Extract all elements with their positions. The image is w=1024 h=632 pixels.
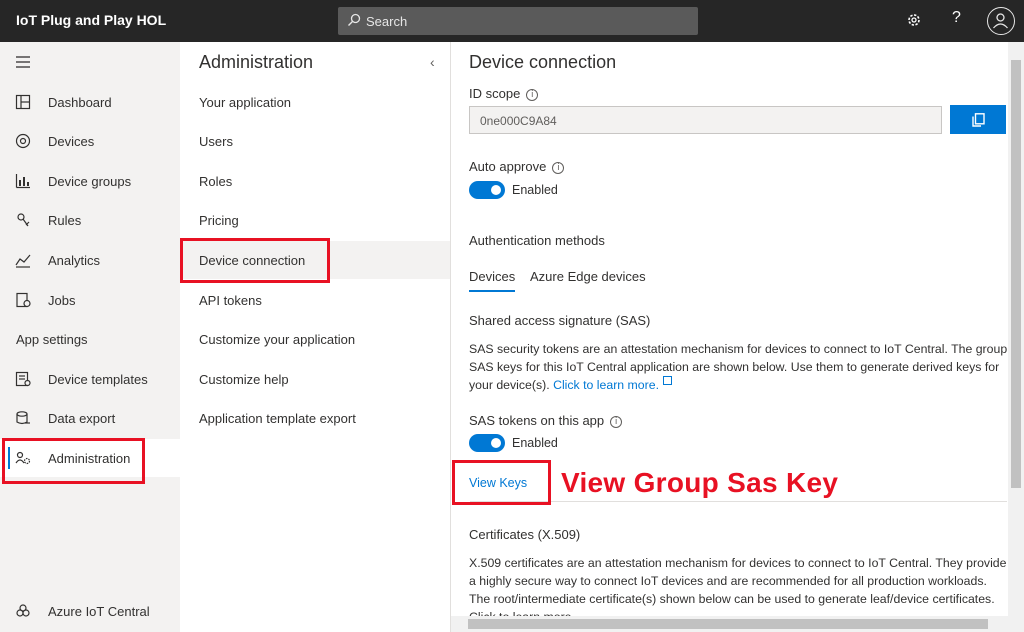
subnav-item-label: API tokens (199, 293, 262, 308)
vertical-scroll-thumb[interactable] (1011, 60, 1021, 488)
horizontal-scroll-thumb[interactable] (468, 619, 988, 629)
auto-approve-state: Enabled (512, 183, 558, 197)
nav-item-analytics[interactable]: Analytics (0, 241, 180, 279)
toggle-knob (491, 185, 501, 195)
nav-item-dashboard[interactable]: Dashboard (0, 83, 180, 121)
help-icon[interactable]: ? (952, 9, 961, 27)
nav-item-label: Device templates (48, 372, 148, 387)
sas-tokens-label-text: SAS tokens on this app (469, 413, 605, 428)
nav-item-device-templates[interactable]: Device templates (0, 360, 180, 398)
nav-item-devices[interactable]: Devices (0, 122, 180, 160)
nav-item-device-groups[interactable]: Device groups (0, 162, 180, 200)
subnav-title: Administration (199, 52, 314, 72)
dashboard-icon (15, 94, 31, 110)
subnav-item-label: Application template export (199, 411, 356, 426)
external-link-icon (663, 376, 672, 385)
subnav-item-your-application[interactable]: Your application (180, 83, 450, 121)
sas-heading: Shared access signature (SAS) (469, 313, 651, 328)
sas-description: SAS security tokens are an attestation m… (469, 340, 1009, 394)
top-bar: IoT Plug and Play HOL Search ? (0, 0, 1024, 42)
auth-methods-label: Authentication methods (469, 233, 605, 248)
nav-item-jobs[interactable]: Jobs (0, 281, 180, 319)
subnav-item-label: Your application (199, 95, 292, 110)
nav-item-data-export[interactable]: Data export (0, 399, 180, 437)
app-title: IoT Plug and Play HOL (16, 12, 167, 28)
nav-item-label: Dashboard (48, 95, 112, 110)
highlight-device-connection (180, 238, 330, 283)
sas-tokens-label: SAS tokens on this app i (469, 413, 623, 428)
subnav-item-pricing[interactable]: Pricing (180, 201, 450, 239)
gear-icon[interactable] (906, 12, 922, 28)
subnav-item-label: Customize your application (199, 332, 356, 347)
nav-item-label: Azure IoT Central (48, 604, 150, 619)
certificates-heading: Certificates (X.509) (469, 527, 581, 542)
nav-item-label: Rules (48, 213, 82, 228)
info-icon[interactable]: i (610, 416, 623, 428)
subnav-item-customize-help[interactable]: Customize help (180, 360, 450, 398)
nav-item-label: Data export (48, 411, 116, 426)
auto-approve-label: Auto approve i (469, 159, 565, 174)
nav-item-label: Device groups (48, 174, 132, 189)
id-scope-label-text: ID scope (469, 86, 521, 101)
copy-button[interactable] (950, 105, 1006, 134)
avatar[interactable] (987, 7, 1015, 35)
rules-icon (17, 213, 30, 227)
main-panel: Device connection ID scope i 0ne000C9A84 … (451, 42, 1024, 632)
subnav-item-api-tokens[interactable]: API tokens (180, 281, 450, 319)
search-box[interactable]: Search (338, 7, 698, 35)
nav-item-label: Analytics (48, 253, 101, 268)
admin-subnav: Administration ‹ Your application Users … (180, 42, 451, 632)
app-settings-heading: App settings (16, 332, 88, 347)
subnav-item-label: Users (199, 134, 233, 149)
sas-tokens-toggle[interactable] (469, 434, 505, 452)
page-title: Device connection (469, 52, 617, 72)
subnav-item-customize-application[interactable]: Customize your application (180, 320, 450, 358)
highlight-view-keys (452, 460, 551, 505)
info-icon[interactable]: i (526, 89, 539, 101)
device-templates-icon (15, 371, 31, 387)
callout-text: View Group Sas Key (561, 467, 839, 498)
id-scope-value: 0ne000C9A84 (480, 114, 557, 128)
copy-icon (972, 113, 985, 127)
subnav-item-roles[interactable]: Roles (180, 162, 450, 200)
nav-item-label: Jobs (48, 293, 76, 308)
user-icon (993, 13, 1008, 29)
data-export-icon (16, 411, 30, 425)
toggle-knob (491, 438, 501, 448)
learn-more-link[interactable]: Click to learn more. (553, 378, 659, 392)
tab-devices[interactable]: Devices (469, 269, 516, 292)
id-scope-field[interactable]: 0ne000C9A84 (469, 106, 942, 134)
highlight-administration (2, 438, 145, 484)
jobs-icon (16, 292, 31, 308)
subnav-item-label: Roles (199, 174, 233, 189)
nav-item-label: Devices (48, 134, 95, 149)
info-icon[interactable]: i (552, 162, 565, 174)
subnav-item-template-export[interactable]: Application template export (180, 399, 450, 437)
subnav-item-label: Pricing (199, 213, 239, 228)
search-placeholder: Search (366, 14, 408, 29)
search-icon (348, 13, 361, 26)
chevron-left-icon[interactable]: ‹ (430, 54, 435, 70)
analytics-icon (15, 254, 31, 268)
subnav-item-users[interactable]: Users (180, 122, 450, 160)
device-groups-icon (15, 174, 30, 189)
left-nav: Dashboard Devices Device groups Rules An… (0, 42, 180, 632)
azure-iot-central-icon (16, 604, 30, 617)
nav-item-rules[interactable]: Rules (0, 201, 180, 239)
subnav-item-label: Customize help (199, 372, 289, 387)
sas-description-text: SAS security tokens are an attestation m… (469, 342, 1008, 392)
tab-azure-edge-devices[interactable]: Azure Edge devices (530, 269, 646, 284)
id-scope-label: ID scope i (469, 86, 539, 101)
auto-approve-toggle[interactable] (469, 181, 505, 199)
auto-approve-label-text: Auto approve (469, 159, 547, 174)
sas-tokens-state: Enabled (512, 436, 558, 450)
nav-item-azure-iot-central[interactable]: Azure IoT Central (0, 592, 180, 630)
devices-icon (15, 133, 31, 149)
hamburger-icon[interactable] (16, 56, 30, 68)
